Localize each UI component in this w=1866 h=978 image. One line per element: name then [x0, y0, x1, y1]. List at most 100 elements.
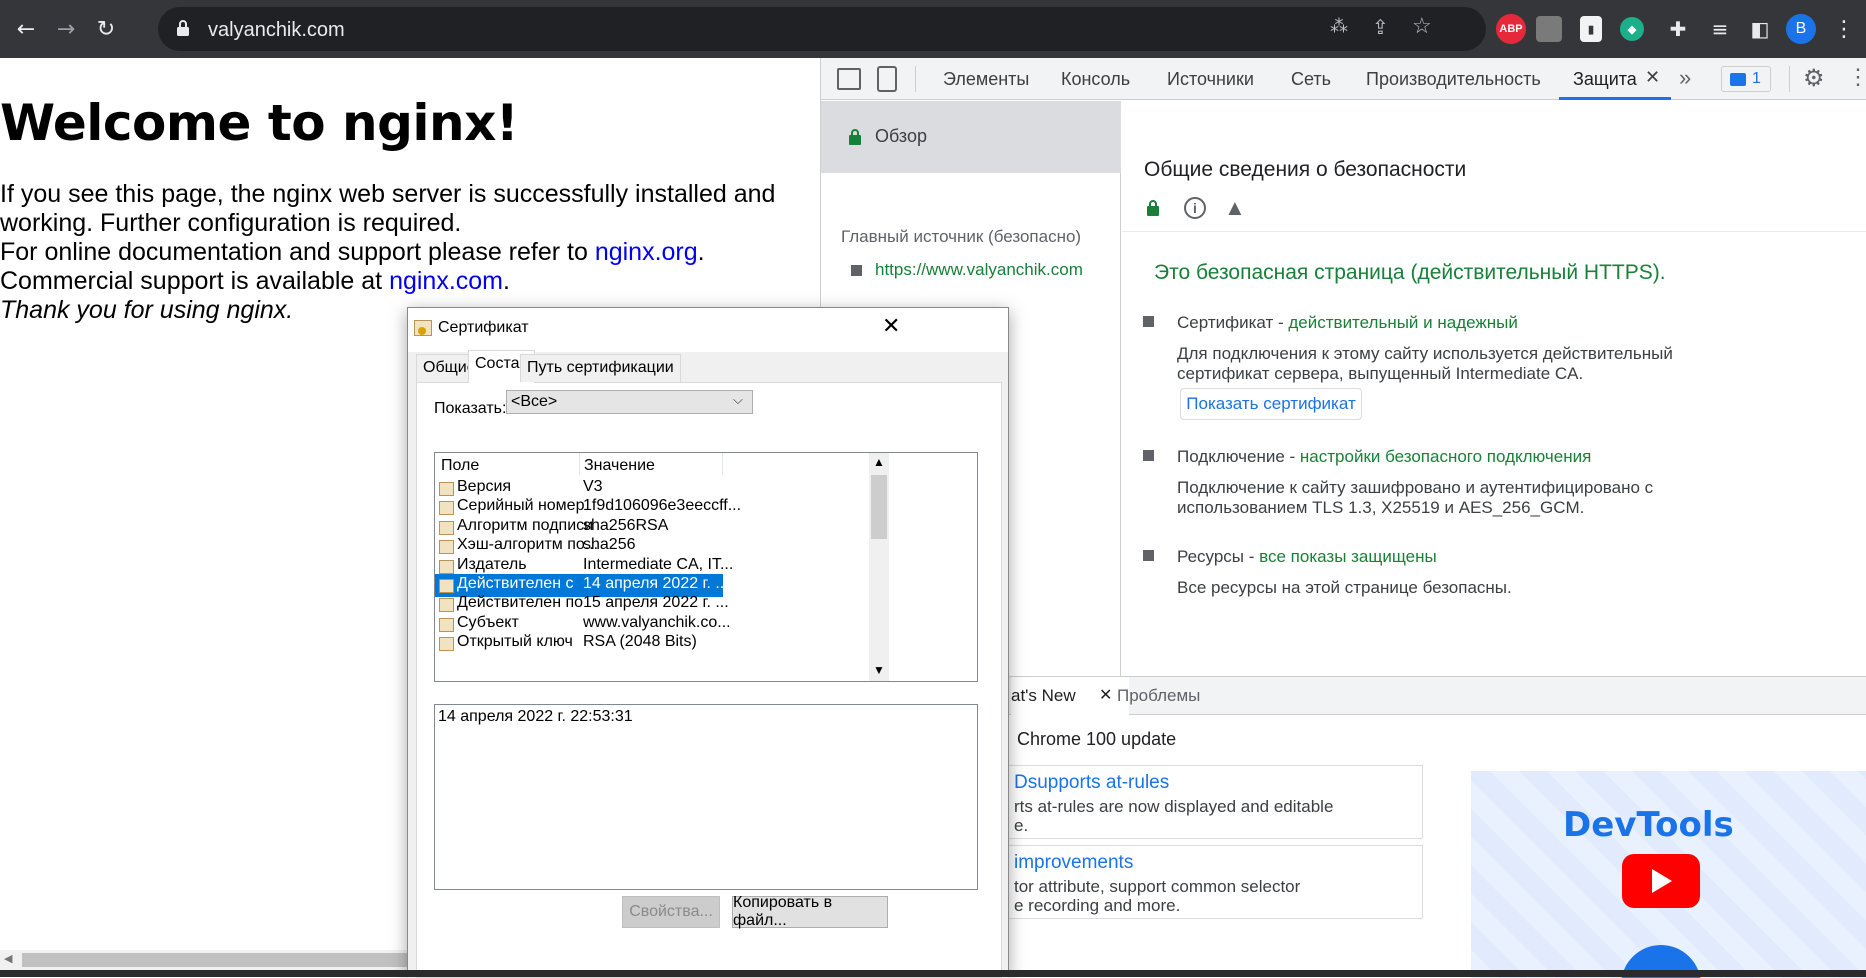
field-name: Издатель: [457, 555, 527, 573]
tab-network[interactable]: Сеть: [1291, 69, 1331, 90]
info-icon: i: [1184, 197, 1206, 219]
warning-icon: ▲: [1224, 195, 1246, 220]
page-line4: Commercial support is available at nginx…: [0, 267, 510, 296]
inspect-element-icon[interactable]: [837, 68, 861, 90]
close-tab-icon[interactable]: ✕: [1645, 67, 1660, 88]
extensions-puzzle-icon[interactable]: ✚: [1660, 11, 1696, 47]
update-title: Chrome 100 update: [1017, 729, 1177, 749]
field-name: Алгоритм подписи: [457, 516, 594, 534]
tab-certification-path[interactable]: Путь сертификации: [520, 354, 681, 382]
card1-title[interactable]: Dsupports at-rules: [1014, 772, 1169, 794]
translate-icon[interactable]: ⁂: [1330, 16, 1356, 42]
devtools-promo-video[interactable]: DevTools: [1471, 771, 1866, 978]
tab-issues[interactable]: Проблемы: [1117, 686, 1200, 706]
tab-security[interactable]: Защита: [1573, 69, 1637, 90]
divider: [915, 66, 916, 92]
scroll-up-icon[interactable]: ▲: [873, 455, 885, 469]
menu-kebab-icon[interactable]: ⋮: [1826, 11, 1862, 47]
secure-lock-icon: [849, 129, 861, 145]
divider: [1122, 231, 1866, 232]
forward-icon[interactable]: →: [48, 11, 84, 47]
show-certificate-button[interactable]: Показать сертификат: [1180, 388, 1362, 420]
list-scrollbar-thumb[interactable]: [871, 475, 887, 539]
lock-icon[interactable]: [176, 19, 190, 37]
field-name: Субъект: [457, 613, 519, 631]
devtools-menu-icon[interactable]: ⋮: [1847, 64, 1866, 90]
settings-gear-icon[interactable]: ⚙: [1803, 64, 1825, 93]
tab-sources[interactable]: Источники: [1167, 69, 1254, 90]
share-icon[interactable]: ⇪: [1372, 15, 1398, 41]
close-drawer-tab-icon[interactable]: ✕: [1099, 685, 1112, 705]
field-icon: [439, 540, 454, 555]
more-tabs-icon[interactable]: »: [1679, 65, 1691, 91]
page-thanks: Thank you for using nginx.: [0, 296, 294, 324]
issues-count: 1: [1752, 70, 1761, 87]
page-line2: working. Further configuration is requir…: [0, 209, 462, 237]
news-card-2[interactable]: improvements tor attribute, support comm…: [1001, 845, 1423, 919]
dialog-close-icon[interactable]: ✕: [882, 314, 900, 339]
fields-list[interactable]: Поле Значение Версия V3 Серийный номер 1f9d…: [434, 452, 978, 682]
list-scrollbar[interactable]: ▲ ▼: [869, 453, 889, 681]
nginx-com-link[interactable]: nginx.com: [389, 267, 503, 295]
tab-whats-new[interactable]: at's New ✕: [1011, 677, 1129, 715]
tab-whats-new-label: at's New: [1011, 686, 1076, 705]
field-value: RSA (2048 Bits): [583, 633, 697, 651]
field-icon: [439, 482, 454, 496]
sidebar-item-origin[interactable]: https://www.valyanchik.com: [875, 260, 1083, 280]
youtube-play-icon[interactable]: [1622, 854, 1700, 908]
green-extension-icon[interactable]: ◆: [1620, 17, 1644, 41]
field-detail-box[interactable]: 14 апреля 2022 г. 22:53:31: [434, 704, 978, 890]
field-name: Серийный номер: [457, 497, 585, 515]
table-row[interactable]: Открытый ключ RSA (2048 Bits): [435, 632, 723, 655]
field-name: Действителен с: [457, 575, 574, 592]
active-tab-indicator: [1559, 97, 1671, 100]
adblock-extension-icon[interactable]: ABP: [1496, 14, 1526, 44]
resources-bullet: [1143, 550, 1154, 561]
sidebar-icon[interactable]: ◧: [1742, 11, 1778, 47]
column-field[interactable]: Поле: [441, 457, 479, 475]
shield-extension-icon[interactable]: ▮: [1580, 16, 1602, 42]
indicator-arrow: [1142, 223, 1164, 231]
scroll-down-icon[interactable]: ▼: [873, 663, 885, 677]
field-name: Хэш-алгоритм по...: [457, 536, 599, 554]
tab-console[interactable]: Консоль: [1061, 69, 1130, 90]
back-icon[interactable]: ←: [8, 11, 44, 47]
connection-bullet: [1143, 450, 1154, 461]
card2-title[interactable]: improvements: [1014, 852, 1133, 874]
device-toolbar-icon[interactable]: [877, 66, 897, 92]
profile-avatar[interactable]: B: [1786, 14, 1816, 44]
properties-button[interactable]: Свойства...: [622, 896, 720, 928]
media-control-icon[interactable]: ≡: [1702, 11, 1738, 47]
dialog-title: Сертификат: [438, 319, 529, 336]
field-name: Действителен по: [457, 594, 584, 612]
extension-grey-icon[interactable]: [1536, 16, 1562, 42]
tab-performance[interactable]: Производительность: [1366, 69, 1541, 90]
field-value: sha256RSA: [583, 516, 669, 534]
seal: [418, 327, 426, 335]
secure-message: Это безопасная страница (действительный …: [1154, 261, 1666, 284]
reload-icon[interactable]: ↻: [88, 11, 124, 47]
bookmark-star-icon[interactable]: ☆: [1412, 13, 1438, 39]
origin-bullet: [851, 265, 862, 276]
sidebar-item-overview[interactable]: Обзор: [821, 101, 1121, 173]
secure-lock-icon: [1147, 200, 1159, 216]
field-value: www.valyanchik.co...: [583, 613, 731, 631]
issues-counter[interactable]: 1: [1721, 66, 1771, 92]
copy-to-file-button[interactable]: Копировать в файл...: [732, 894, 888, 929]
connection-desc2: использованием TLS 1.3, X25519 и AES_256…: [1177, 498, 1585, 517]
news-card-1[interactable]: Dsupports at-rules rts at-rules are now …: [1001, 765, 1423, 839]
card1-text2: e.: [1014, 816, 1029, 835]
page-heading: Welcome to nginx!: [0, 94, 519, 152]
show-select[interactable]: <Все> ⌵: [506, 390, 753, 414]
field-value: sha256: [583, 536, 636, 554]
page-line4-text: Commercial support is available at: [0, 267, 390, 295]
url-text: valyanchik.com: [208, 19, 345, 41]
address-bar[interactable]: valyanchik.com ⁂ ⇪ ☆: [158, 7, 1486, 51]
column-value[interactable]: Значение: [584, 457, 655, 475]
tab-elements[interactable]: Элементы: [943, 69, 1029, 90]
scroll-left-icon[interactable]: ◀: [4, 952, 12, 965]
connection-heading: Подключение - настройки безопасного подк…: [1177, 447, 1592, 466]
field-icon: [439, 617, 454, 632]
origin-url: https://www.valyanchik.com: [875, 260, 1083, 279]
nginx-org-link[interactable]: nginx.org: [595, 238, 698, 266]
